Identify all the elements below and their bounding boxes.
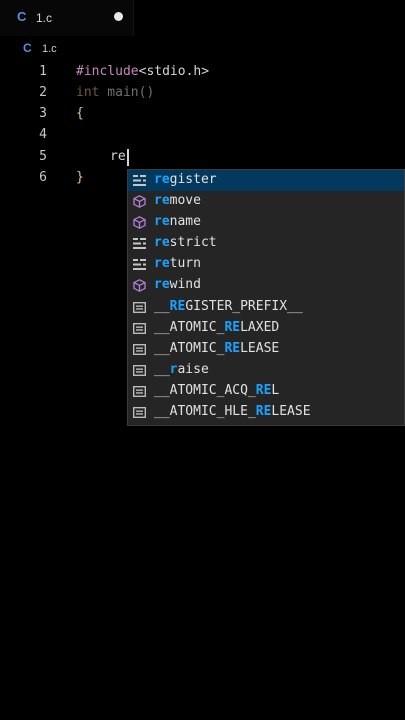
suggestion-match: re xyxy=(154,172,170,187)
main-signature: main() xyxy=(99,85,155,100)
suggestion-rest: gister xyxy=(169,172,217,187)
suggestion-match: re xyxy=(154,193,170,208)
suggestion-prefix: __ATOMIC_ACQ_ xyxy=(154,383,256,398)
code-line-6[interactable]: } xyxy=(76,170,84,185)
keyword-icon xyxy=(133,174,146,187)
suggestion-label: __ATOMIC_ACQ_REL xyxy=(154,383,279,398)
tab-bar: C 1.c xyxy=(0,0,405,36)
suggestion-rest: L xyxy=(271,383,280,398)
suggestion-match: RE xyxy=(255,404,272,419)
suggestion-item[interactable]: __ATOMIC_RELAXED xyxy=(128,318,404,339)
breadcrumb-filename: 1.c xyxy=(42,43,57,55)
suggestion-rest: LAXED xyxy=(240,320,280,335)
suggestion-label: __ATOMIC_RELAXED xyxy=(154,320,279,335)
text-icon xyxy=(133,322,146,335)
suggestion-rest: aise xyxy=(177,362,209,377)
tab-1c[interactable]: C 1.c xyxy=(0,0,134,36)
suggestion-label: __ATOMIC_HLE_RELEASE xyxy=(154,404,311,419)
suggestion-item[interactable]: __ATOMIC_HLE_RELEASE xyxy=(128,402,404,423)
suggestion-prefix: __ATOMIC_ xyxy=(154,320,225,335)
keyword-int: int xyxy=(76,85,100,100)
suggestion-item[interactable]: return xyxy=(128,254,404,275)
include-directive: #include xyxy=(76,64,139,79)
suggestion-label: rename xyxy=(154,214,201,229)
text-icon xyxy=(133,364,146,377)
suggestion-label: return xyxy=(154,256,201,271)
suggestion-prefix: __ xyxy=(154,362,170,377)
line-number: 3 xyxy=(39,106,47,121)
code-line-3[interactable]: { xyxy=(76,106,84,121)
suggestion-prefix: __ xyxy=(154,299,170,314)
suggestion-rest: LEASE xyxy=(240,341,280,356)
suggestion-label: rewind xyxy=(154,277,201,292)
code-line-1[interactable]: #include<stdio.h> xyxy=(76,64,209,79)
suggestion-item[interactable]: rewind xyxy=(128,275,404,296)
code-line-2[interactable]: int main() xyxy=(76,85,154,100)
suggestion-label: __REGISTER_PREFIX__ xyxy=(154,299,303,314)
suggest-widget[interactable]: register remove rename restrict return rewind… xyxy=(127,169,405,426)
suggestion-match: re xyxy=(154,235,170,250)
function-cube-icon xyxy=(133,216,146,229)
suggestion-rest: turn xyxy=(169,256,201,271)
keyword-icon xyxy=(133,258,146,271)
suggestion-match: re xyxy=(154,256,170,271)
suggestion-item[interactable]: register xyxy=(128,170,404,191)
suggestion-label: __ATOMIC_RELEASE xyxy=(154,341,279,356)
suggestion-item[interactable]: __ATOMIC_ACQ_REL xyxy=(128,381,404,402)
line-number: 1 xyxy=(39,64,47,79)
suggestion-label: __raise xyxy=(154,362,209,377)
suggestion-item[interactable]: remove xyxy=(128,191,404,212)
suggestion-match: re xyxy=(154,277,170,292)
tab-filename: 1.c xyxy=(36,11,53,25)
c-file-icon: C xyxy=(17,9,27,24)
suggestion-rest: wind xyxy=(169,277,201,292)
suggestion-label: register xyxy=(154,172,217,187)
suggestion-label: restrict xyxy=(154,235,217,250)
include-header: <stdio.h> xyxy=(138,64,210,79)
keyword-icon xyxy=(133,237,146,250)
suggestion-match: RE xyxy=(224,320,241,335)
text-cursor xyxy=(127,149,129,166)
suggestion-rest: LEASE xyxy=(271,404,311,419)
suggestion-item[interactable]: rename xyxy=(128,212,404,233)
text-icon xyxy=(133,406,146,419)
suggestion-prefix: __ATOMIC_ xyxy=(154,341,225,356)
suggestion-prefix: __ATOMIC_HLE_ xyxy=(154,404,256,419)
function-cube-icon xyxy=(133,195,146,208)
suggestion-match: RE xyxy=(255,383,272,398)
line-number: 6 xyxy=(39,170,47,185)
text-icon xyxy=(133,385,146,398)
line-number: 5 xyxy=(39,149,47,164)
suggestion-item[interactable]: __ATOMIC_RELEASE xyxy=(128,339,404,360)
c-file-icon: C xyxy=(23,41,32,55)
function-cube-icon xyxy=(133,279,146,292)
text-icon xyxy=(133,301,146,314)
text-icon xyxy=(133,343,146,356)
suggestion-rest: name xyxy=(169,214,201,229)
suggestion-item[interactable]: __raise xyxy=(128,360,404,381)
suggestion-label: remove xyxy=(154,193,201,208)
suggestion-rest: move xyxy=(169,193,201,208)
line-number: 2 xyxy=(39,85,47,100)
suggestion-match: RE xyxy=(169,299,186,314)
suggestion-item[interactable]: restrict xyxy=(128,233,404,254)
line-number: 4 xyxy=(39,127,47,142)
suggestion-rest: strict xyxy=(169,235,217,250)
suggestion-match: RE xyxy=(224,341,241,356)
suggestion-match: re xyxy=(154,214,170,229)
code-line-5[interactable]: re xyxy=(110,149,126,164)
suggestion-rest: GISTER_PREFIX__ xyxy=(185,299,303,314)
unsaved-dot-icon[interactable] xyxy=(114,12,123,21)
suggestion-item[interactable]: __REGISTER_PREFIX__ xyxy=(128,297,404,318)
